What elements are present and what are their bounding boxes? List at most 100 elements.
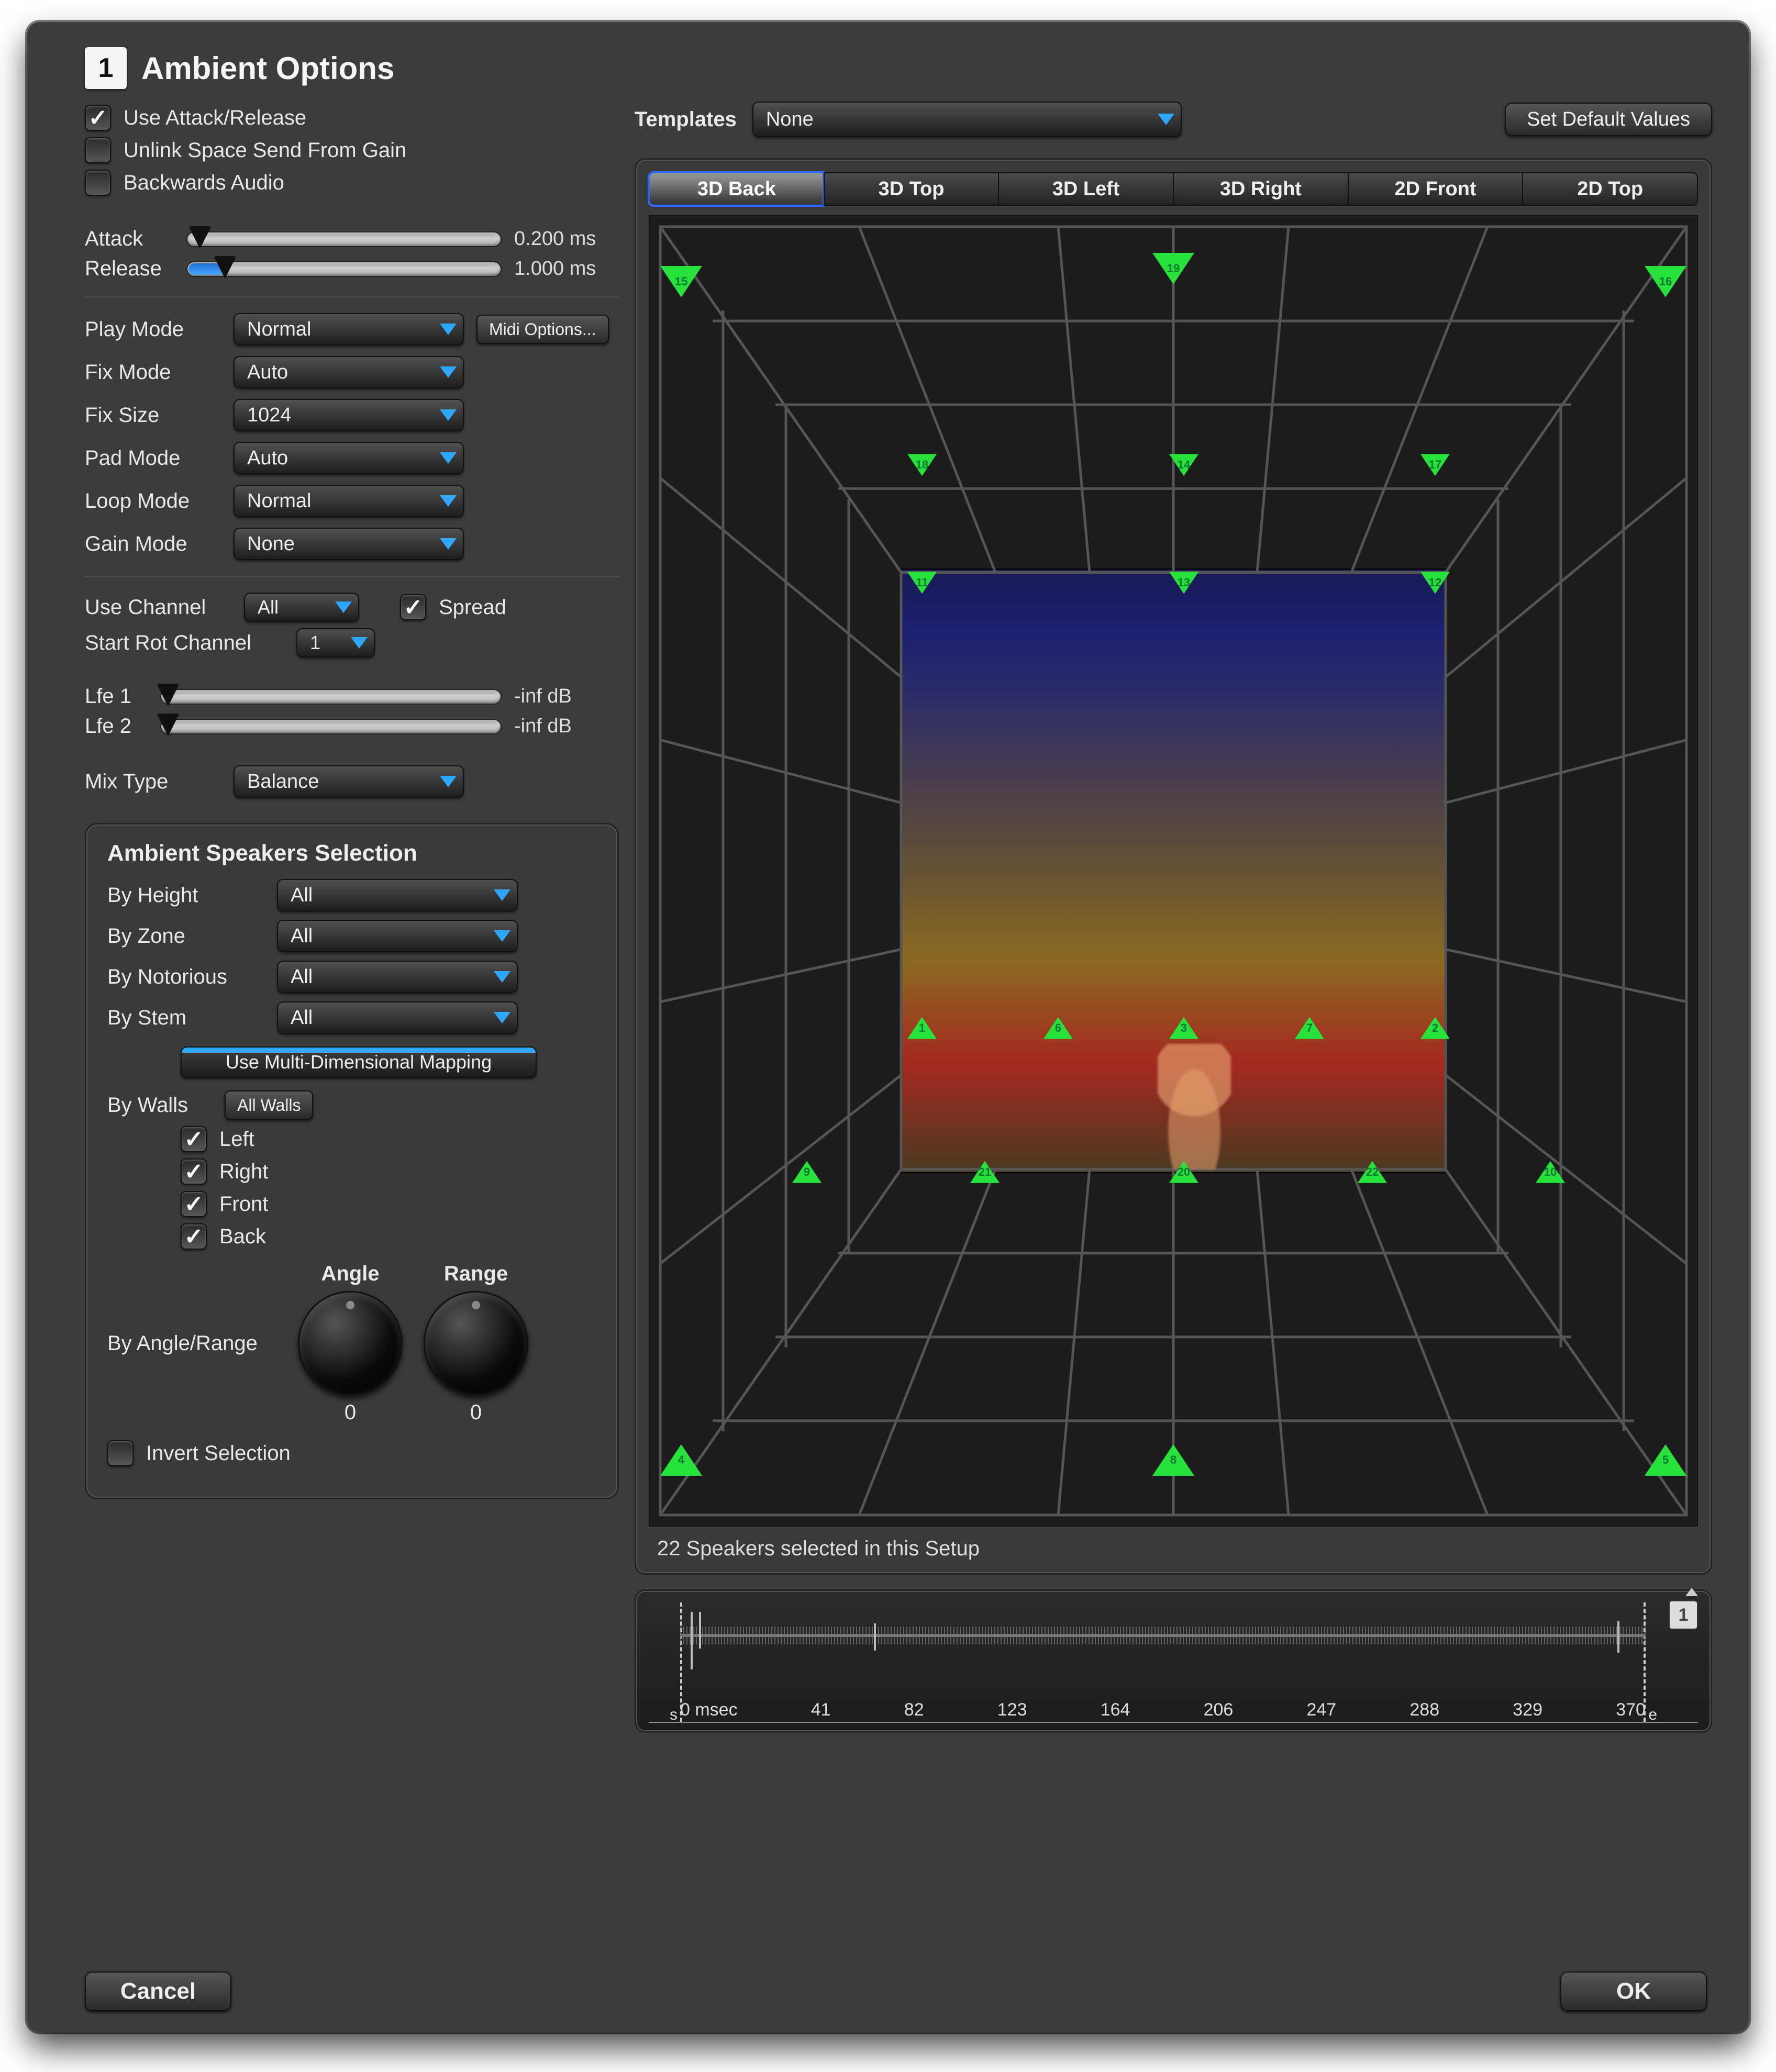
speaker-marker-13[interactable]: 13	[1169, 572, 1198, 594]
waveform-tick: 370	[1616, 1700, 1646, 1720]
header: 1 Ambient Options	[27, 22, 1749, 98]
gain-mode-select[interactable]: None	[234, 528, 464, 560]
unlink-space-label: Unlink Space Send From Gain	[124, 139, 406, 162]
view-tab-3d-back[interactable]: 3D Back	[649, 172, 824, 206]
start-rot-select[interactable]: 1	[296, 628, 375, 658]
waveform-menu-icon[interactable]	[1685, 1588, 1698, 1596]
angle-label: Angle	[321, 1262, 379, 1286]
lfe2-slider[interactable]	[160, 719, 502, 734]
invert-selection-label: Invert Selection	[146, 1442, 291, 1465]
speaker-marker-19[interactable]: 19	[1152, 253, 1194, 284]
speaker-marker-10[interactable]: 10	[1536, 1161, 1565, 1183]
angle-knob[interactable]	[298, 1291, 403, 1396]
backwards-audio-label: Backwards Audio	[124, 171, 284, 195]
gain-mode-label: Gain Mode	[85, 532, 221, 556]
pad-mode-select[interactable]: Auto	[234, 442, 464, 474]
cancel-button[interactable]: Cancel	[85, 1971, 231, 2011]
spread-checkbox[interactable]	[400, 594, 426, 620]
speaker-marker-1[interactable]: 1	[907, 1017, 937, 1039]
waveform-tick: 41	[811, 1700, 831, 1720]
by-height-select[interactable]: All	[277, 879, 518, 911]
speaker-marker-22[interactable]: 22	[1358, 1161, 1387, 1183]
wall-right-label: Right	[219, 1160, 268, 1184]
view-tab-2d-top[interactable]: 2D Top	[1522, 172, 1698, 206]
fix-size-label: Fix Size	[85, 404, 221, 427]
by-notorious-select[interactable]: All	[277, 961, 518, 993]
loop-mode-select[interactable]: Normal	[234, 485, 464, 517]
wall-front-checkbox[interactable]	[181, 1191, 207, 1217]
view-tab-3d-right[interactable]: 3D Right	[1173, 172, 1348, 206]
release-slider[interactable]	[186, 261, 502, 277]
all-walls-button[interactable]: All Walls	[225, 1090, 313, 1120]
fix-size-select[interactable]: 1024	[234, 399, 464, 431]
use-attack-release-checkbox[interactable]	[85, 105, 111, 131]
by-zone-select[interactable]: All	[277, 920, 518, 952]
unlink-space-checkbox[interactable]	[85, 137, 111, 163]
speaker-marker-16[interactable]: 16	[1645, 266, 1686, 297]
waveform-tick: 123	[997, 1700, 1027, 1720]
left-column: Use Attack/Release Unlink Space Send Fro…	[85, 98, 619, 1733]
wall-left-checkbox[interactable]	[181, 1126, 207, 1152]
speaker-marker-15[interactable]: 15	[660, 266, 702, 297]
waveform-tick: 82	[904, 1700, 924, 1720]
chevron-down-icon	[440, 324, 457, 335]
view-tabs: 3D Back3D Top3D Left3D Right2D Front2D T…	[649, 172, 1698, 206]
multi-dimensional-mapping-button[interactable]: Use Multi-Dimensional Mapping	[181, 1046, 537, 1078]
play-mode-label: Play Mode	[85, 318, 221, 341]
view-tab-3d-top[interactable]: 3D Top	[824, 172, 998, 206]
use-channel-select[interactable]: All	[244, 593, 359, 622]
fix-mode-label: Fix Mode	[85, 361, 221, 384]
fix-mode-select[interactable]: Auto	[234, 356, 464, 388]
speaker-marker-5[interactable]: 5	[1645, 1444, 1686, 1476]
waveform-ticks: 0 msec4182123164206247288329370	[680, 1698, 1646, 1722]
midi-options-button[interactable]: Midi Options...	[476, 315, 609, 344]
speaker-scene[interactable]: 15191618141711131216372921202210485	[649, 215, 1698, 1527]
attack-slider[interactable]	[186, 231, 502, 247]
speaker-marker-11[interactable]: 11	[907, 572, 937, 594]
speaker-marker-20[interactable]: 20	[1169, 1161, 1198, 1183]
waveform-tick: 329	[1513, 1700, 1542, 1720]
set-default-values-button[interactable]: Set Default Values	[1505, 103, 1712, 136]
waveform-area[interactable]: 0 msec4182123164206247288329370 s e	[649, 1602, 1698, 1723]
speaker-marker-18[interactable]: 18	[907, 454, 937, 476]
templates-select[interactable]: None	[752, 102, 1182, 137]
speaker-marker-14[interactable]: 14	[1169, 454, 1198, 476]
listener-avatar-icon	[1158, 1044, 1231, 1169]
chevron-down-icon	[440, 538, 457, 550]
speaker-marker-17[interactable]: 17	[1420, 454, 1450, 476]
lfe2-value: -inf dB	[514, 715, 619, 738]
speaker-marker-21[interactable]: 21	[970, 1161, 1000, 1183]
view-tab-2d-front[interactable]: 2D Front	[1348, 172, 1523, 206]
speaker-marker-12[interactable]: 12	[1420, 572, 1450, 594]
speaker-marker-2[interactable]: 2	[1420, 1017, 1450, 1039]
scene-caption: 22 Speakers selected in this Setup	[649, 1537, 1698, 1561]
range-label: Range	[444, 1262, 508, 1286]
wall-right-checkbox[interactable]	[181, 1158, 207, 1185]
speaker-marker-3[interactable]: 3	[1169, 1017, 1198, 1039]
speaker-marker-6[interactable]: 6	[1044, 1017, 1073, 1039]
chevron-down-icon	[440, 776, 457, 787]
lfe1-slider[interactable]	[160, 689, 502, 705]
spread-label: Spread	[439, 596, 506, 619]
view-tab-3d-left[interactable]: 3D Left	[998, 172, 1173, 206]
speaker-marker-9[interactable]: 9	[792, 1161, 822, 1183]
wall-back-checkbox[interactable]	[181, 1223, 207, 1250]
start-rot-label: Start Rot Channel	[85, 631, 284, 655]
scene-grid	[650, 216, 1697, 1525]
invert-selection-checkbox[interactable]	[107, 1440, 134, 1466]
play-mode-select[interactable]: Normal	[234, 313, 464, 346]
waveform-start-label: s	[670, 1706, 678, 1724]
release-value: 1.000 ms	[514, 258, 619, 280]
waveform-tick: 164	[1101, 1700, 1130, 1720]
chevron-down-icon	[440, 452, 457, 464]
by-stem-select[interactable]: All	[277, 1001, 518, 1034]
by-height-label: By Height	[107, 884, 264, 907]
speaker-marker-8[interactable]: 8	[1152, 1444, 1194, 1476]
speaker-marker-4[interactable]: 4	[660, 1444, 702, 1476]
speaker-marker-7[interactable]: 7	[1295, 1017, 1324, 1039]
range-knob[interactable]	[424, 1291, 528, 1396]
backwards-audio-checkbox[interactable]	[85, 170, 111, 196]
ok-button[interactable]: OK	[1560, 1971, 1707, 2011]
mix-type-select[interactable]: Balance	[234, 765, 464, 798]
attack-label: Attack	[85, 227, 174, 251]
